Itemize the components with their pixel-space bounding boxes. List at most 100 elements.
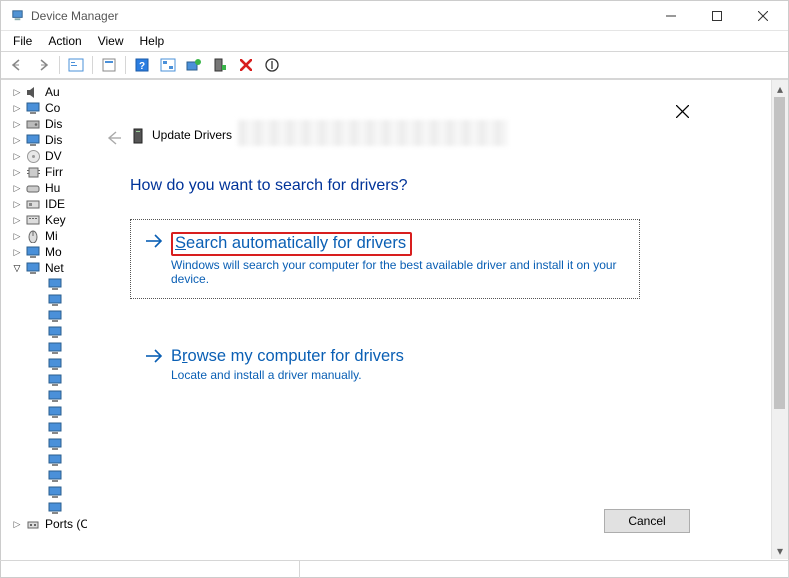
network-adapter-icon[interactable] — [47, 325, 63, 340]
tree-label[interactable]: Dis — [45, 133, 62, 147]
menu-help[interactable]: Help — [132, 33, 173, 49]
option-browse-computer[interactable]: Browse my computer for drivers Locate an… — [130, 334, 640, 395]
tree-expand-icon[interactable]: ▷ — [11, 519, 23, 530]
toolbar-separator — [92, 56, 93, 74]
toolbar-help-button[interactable]: ? — [130, 54, 154, 76]
window-close-button[interactable] — [740, 1, 786, 31]
toolbar-separator — [125, 56, 126, 74]
option-subtitle: Windows will search your computer for th… — [171, 258, 621, 286]
toolbar-uninstall-button[interactable] — [234, 54, 258, 76]
network-adapter-icon[interactable] — [47, 421, 63, 436]
cancel-button[interactable]: Cancel — [604, 509, 690, 533]
network-adapter-icon[interactable] — [47, 357, 63, 372]
toolbar-back-button[interactable] — [5, 54, 29, 76]
content-area: ▷ Au ▷ Co ▷ Dis ▷ Dis ▷ DV ▷ Firr ▷ Hu ▷ IDE ▷ Ke… — [1, 79, 788, 559]
tree-label[interactable]: Co — [45, 101, 60, 115]
window-title: Device Manager — [31, 9, 118, 23]
tree-collapse-icon[interactable]: ▽ — [11, 263, 23, 274]
tree-label[interactable]: Au — [45, 85, 60, 99]
toolbar: ? — [1, 51, 788, 79]
network-icon — [25, 261, 41, 276]
vertical-scrollbar[interactable]: ▴ ▾ — [771, 80, 788, 559]
dialog-title: Update Drivers — [152, 128, 232, 142]
tree-expand-icon[interactable]: ▷ — [11, 87, 23, 98]
menu-view[interactable]: View — [90, 33, 132, 49]
status-cell — [0, 561, 300, 578]
tree-label[interactable]: Net — [45, 261, 64, 275]
option-title: Browse my computer for drivers — [171, 347, 404, 366]
network-adapter-icon[interactable] — [47, 453, 63, 468]
toolbar-disable-button[interactable] — [260, 54, 284, 76]
tree-label[interactable]: IDE — [45, 197, 65, 211]
network-adapter-icon[interactable] — [47, 309, 63, 324]
tree-expand-icon[interactable]: ▷ — [11, 103, 23, 114]
disk-icon — [25, 117, 41, 132]
dialog-close-button[interactable] — [670, 99, 694, 123]
mouse-icon — [25, 229, 41, 244]
arrow-right-icon — [143, 348, 165, 364]
tree-expand-icon[interactable]: ▷ — [11, 151, 23, 162]
computer-icon — [25, 101, 41, 116]
scroll-track[interactable] — [772, 97, 788, 542]
scroll-thumb[interactable] — [774, 97, 785, 409]
hid-icon — [25, 181, 41, 196]
driver-device-icon — [130, 128, 146, 144]
toolbar-separator — [59, 56, 60, 74]
menu-file[interactable]: File — [5, 33, 40, 49]
tree-expand-icon[interactable]: ▷ — [11, 231, 23, 242]
status-bar — [0, 560, 789, 578]
network-adapter-icon[interactable] — [47, 405, 63, 420]
ide-icon — [25, 197, 41, 212]
scroll-down-icon[interactable]: ▾ — [772, 542, 788, 559]
network-adapter-icon[interactable] — [47, 437, 63, 452]
firmware-icon — [25, 165, 41, 180]
option-search-automatically[interactable]: Search automatically for drivers Windows… — [130, 219, 640, 299]
toolbar-scan-button[interactable] — [156, 54, 180, 76]
dialog-heading: How do you want to search for drivers? — [130, 177, 407, 195]
audio-icon — [25, 85, 41, 100]
tree-expand-icon[interactable]: ▷ — [11, 183, 23, 194]
network-adapter-icon[interactable] — [47, 469, 63, 484]
tree-expand-icon[interactable]: ▷ — [11, 167, 23, 178]
toolbar-update-button[interactable] — [182, 54, 206, 76]
tree-label[interactable]: Mi — [45, 229, 58, 243]
window-titlebar: Device Manager — [1, 1, 788, 31]
network-adapter-icon[interactable] — [47, 373, 63, 388]
tree-label[interactable]: Hu — [45, 181, 60, 195]
toolbar-showhide-button[interactable] — [64, 54, 88, 76]
arrow-right-icon — [143, 233, 165, 249]
toolbar-forward-button[interactable] — [31, 54, 55, 76]
network-adapter-icon[interactable] — [47, 293, 63, 308]
option-subtitle: Locate and install a driver manually. — [171, 368, 404, 382]
keyboard-icon — [25, 213, 41, 228]
scroll-up-icon[interactable]: ▴ — [772, 80, 788, 97]
tree-label[interactable]: DV — [45, 149, 62, 163]
tree-label[interactable]: Mo — [45, 245, 62, 259]
tree-expand-icon[interactable]: ▷ — [11, 199, 23, 210]
network-adapter-icon[interactable] — [47, 389, 63, 404]
network-adapter-icon[interactable] — [47, 341, 63, 356]
ports-icon — [25, 517, 41, 532]
window-minimize-button[interactable] — [648, 1, 694, 31]
menubar: File Action View Help — [1, 31, 788, 51]
tree-expand-icon[interactable]: ▷ — [11, 247, 23, 258]
menu-action[interactable]: Action — [40, 33, 89, 49]
network-adapter-icon[interactable] — [47, 501, 63, 516]
toolbar-add-legacy-button[interactable] — [208, 54, 232, 76]
dialog-title-device-blurred — [238, 120, 508, 146]
tree-label[interactable]: Firr — [45, 165, 63, 179]
dialog-back-button[interactable] — [104, 128, 124, 148]
app-icon — [9, 8, 25, 24]
tree-label[interactable]: Key — [45, 213, 66, 227]
tree-expand-icon[interactable]: ▷ — [11, 119, 23, 130]
monitor-icon — [25, 245, 41, 260]
network-adapter-icon[interactable] — [47, 485, 63, 500]
toolbar-properties-button[interactable] — [97, 54, 121, 76]
network-adapter-icon[interactable] — [47, 277, 63, 292]
svg-text:?: ? — [139, 61, 145, 72]
tree-label[interactable]: Dis — [45, 117, 62, 131]
window-maximize-button[interactable] — [694, 1, 740, 31]
tree-expand-icon[interactable]: ▷ — [11, 215, 23, 226]
status-cell — [300, 561, 789, 578]
tree-expand-icon[interactable]: ▷ — [11, 135, 23, 146]
